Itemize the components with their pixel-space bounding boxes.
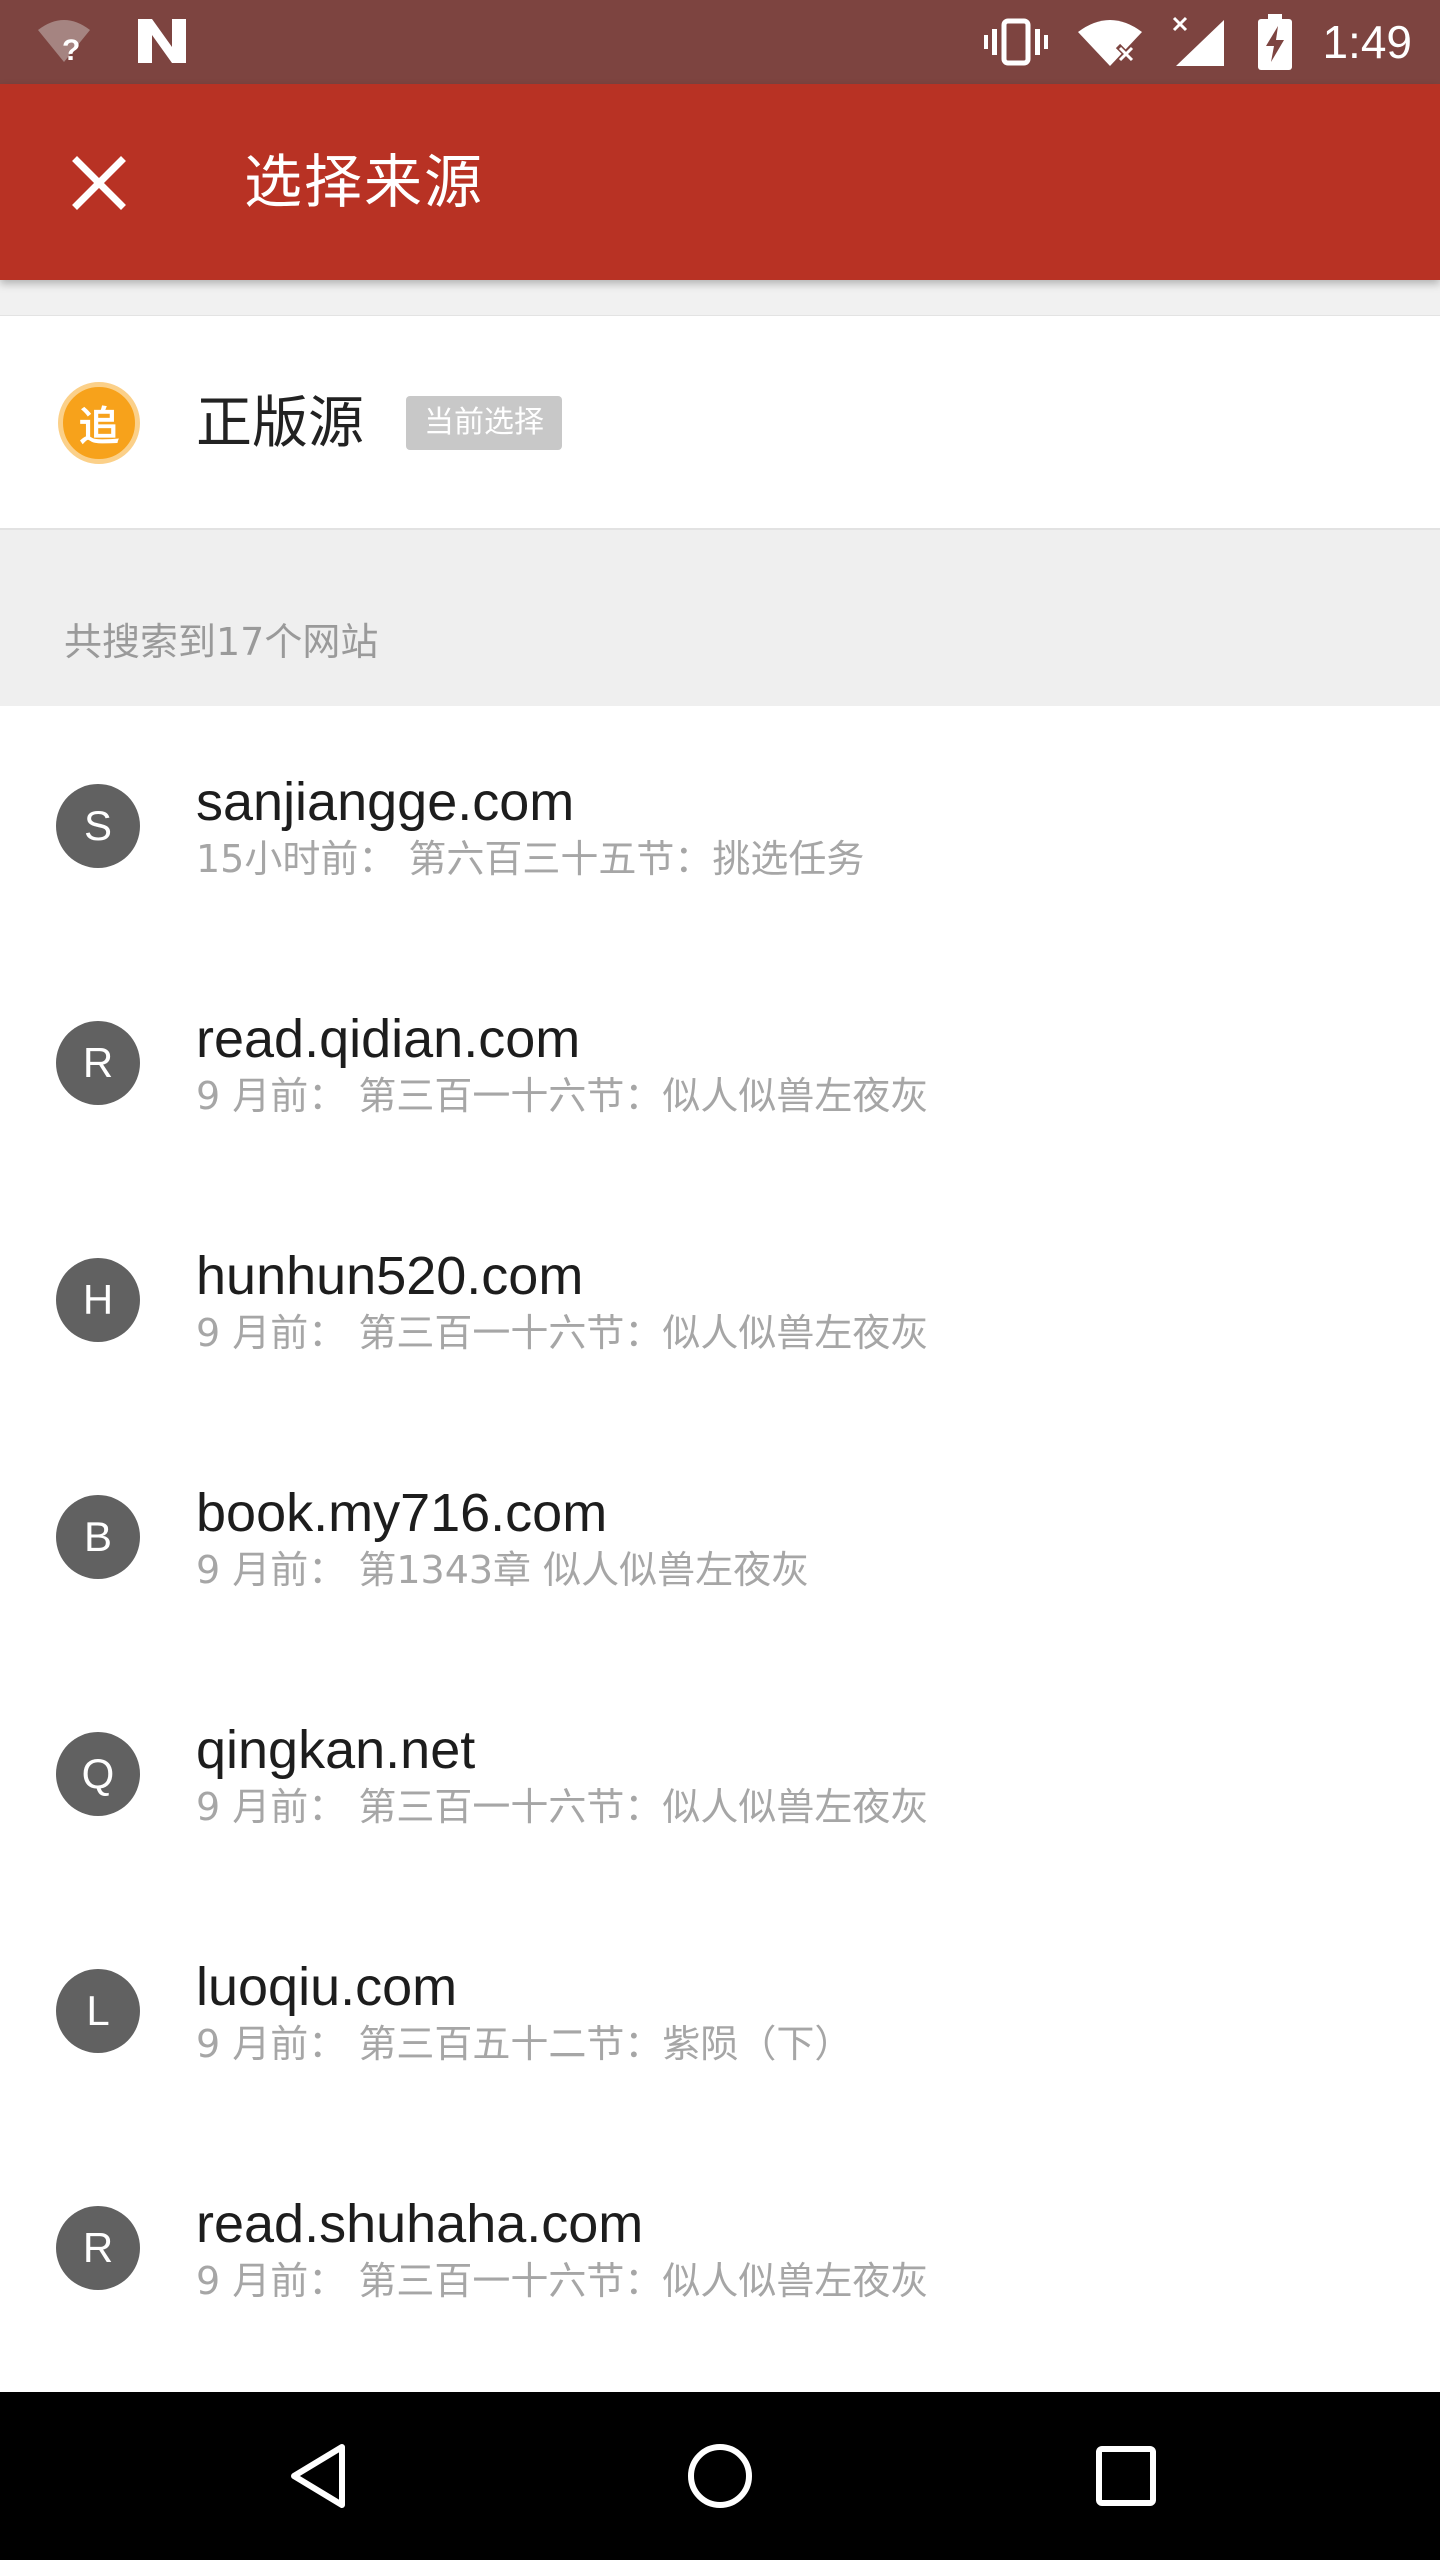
source-site: read.qidian.com [196, 1009, 581, 1069]
source-avatar: R [56, 1021, 140, 1105]
navigation-bar [0, 2392, 1440, 2560]
source-item-shuhaha[interactable]: R read.shuhaha.com 9 月前： 第三百一十六节：似人似兽左夜灰 [0, 2128, 1440, 2365]
screen: ? 1:49 选择来源 追 正版源 当前选择 共搜索到17个网站 S sanji… [0, 0, 1440, 2560]
source-site: luoqiu.com [196, 1957, 458, 2017]
divider-strip [0, 280, 1440, 316]
source-item-qingkan[interactable]: Q qingkan.net 9 月前： 第三百一十六节：似人似兽左夜灰 [0, 1654, 1440, 1891]
source-avatar: H [56, 1258, 140, 1342]
search-summary-text: 共搜索到17个网站 [64, 620, 379, 664]
source-item-qidian[interactable]: R read.qidian.com 9 月前： 第三百一十六节：似人似兽左夜灰 [0, 943, 1440, 1180]
signal-icon [1173, 16, 1225, 66]
source-avatar: B [56, 1495, 140, 1579]
source-site: hunhun520.com [196, 1246, 584, 1306]
source-latest-chapter: 9 月前： 第三百一十六节：似人似兽左夜灰 [196, 1074, 929, 1118]
source-latest-chapter: 9 月前： 第三百一十六节：似人似兽左夜灰 [196, 2259, 929, 2303]
source-list: S sanjiangge.com 15小时前： 第六百三十五节：挑选任务 R r… [0, 706, 1440, 2365]
wifi-question-icon: ? [38, 20, 90, 66]
source-latest-chapter: 9 月前： 第三百五十二节：紫陨（下） [196, 2022, 853, 2066]
back-icon [291, 2444, 345, 2508]
recents-icon [1096, 2446, 1156, 2506]
vibrate-icon [984, 18, 1049, 66]
source-site: read.shuhaha.com [196, 2194, 644, 2254]
source-latest-chapter: 9 月前： 第1343章 似人似兽左夜灰 [196, 1548, 810, 1592]
source-site: book.my716.com [196, 1483, 608, 1543]
close-button[interactable] [40, 138, 158, 228]
source-avatar: L [56, 1969, 140, 2053]
status-time: 1:49 [1322, 16, 1412, 68]
close-icon [72, 156, 126, 210]
n-notification-icon [138, 19, 186, 63]
official-source-row[interactable]: 追 正版源 当前选择 [0, 316, 1440, 530]
page-title: 选择来源 [244, 148, 485, 216]
source-item-my716[interactable]: B book.my716.com 9 月前： 第1343章 似人似兽左夜灰 [0, 1417, 1440, 1654]
source-avatar: S [56, 784, 140, 868]
source-latest-chapter: 15小时前： 第六百三十五节：挑选任务 [196, 837, 865, 881]
status-left-icons: ? [36, 16, 188, 66]
official-logo-char: 追 [79, 404, 119, 450]
search-summary: 共搜索到17个网站 [0, 530, 1440, 706]
source-latest-chapter: 9 月前： 第三百一十六节：似人似兽左夜灰 [196, 1785, 929, 1829]
battery-charging-icon [1258, 14, 1293, 70]
back-button[interactable] [248, 2426, 388, 2526]
source-latest-chapter: 9 月前： 第三百一十六节：似人似兽左夜灰 [196, 1311, 929, 1355]
source-site: sanjiangge.com [196, 772, 575, 832]
recents-button[interactable] [1056, 2426, 1196, 2526]
source-item-luoqiu[interactable]: L luoqiu.com 9 月前： 第三百五十二节：紫陨（下） [0, 1891, 1440, 2128]
home-button[interactable] [650, 2426, 790, 2526]
official-source-name: 正版源 [196, 391, 364, 456]
source-item-hunhun520[interactable]: H hunhun520.com 9 月前： 第三百一十六节：似人似兽左夜灰 [0, 1180, 1440, 1417]
official-source-logo: 追 [58, 382, 140, 464]
app-bar: 选择来源 [0, 84, 1440, 280]
home-icon [688, 2444, 752, 2508]
source-item-sanjiangge[interactable]: S sanjiangge.com 15小时前： 第六百三十五节：挑选任务 [0, 706, 1440, 943]
source-site: qingkan.net [196, 1720, 476, 1780]
svg-text:?: ? [62, 34, 80, 66]
status-right-icons: 1:49 [984, 12, 1412, 72]
status-bar: ? 1:49 [0, 0, 1440, 84]
wifi-x-icon [1078, 20, 1143, 66]
current-selection-badge: 当前选择 [406, 396, 562, 450]
source-avatar: R [56, 2206, 140, 2290]
source-avatar: Q [56, 1732, 140, 1816]
